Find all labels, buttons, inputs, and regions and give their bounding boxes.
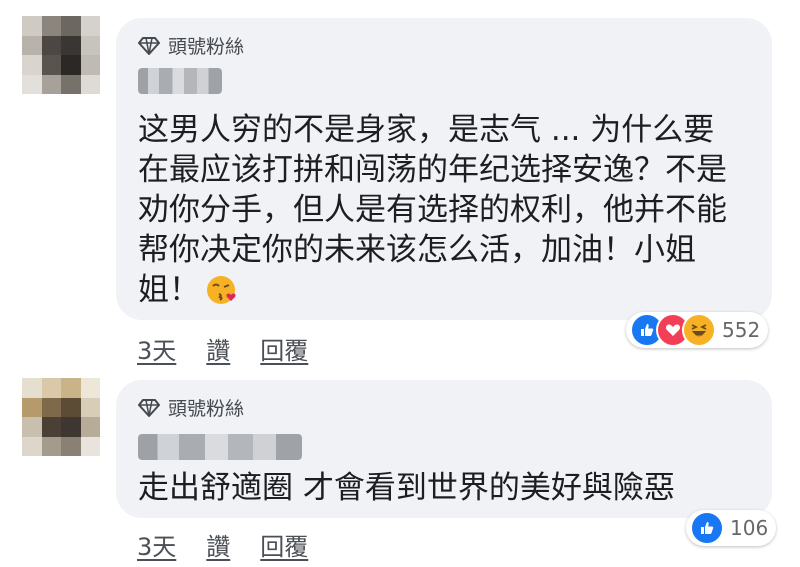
reaction-summary[interactable]: 106 [686, 510, 777, 546]
commenter-avatar[interactable] [22, 378, 100, 456]
top-fan-badge[interactable]: 頭號粉絲 [138, 394, 244, 421]
comment-actions: 3天 讚 回覆 [137, 527, 308, 562]
timestamp-link[interactable]: 3天 [137, 331, 176, 366]
badge-label: 頭號粉絲 [168, 398, 245, 420]
reply-button[interactable]: 回覆 [260, 331, 308, 366]
reply-button[interactable]: 回覆 [260, 527, 308, 562]
reaction-count: 552 [722, 318, 761, 342]
diamond-icon [138, 36, 160, 55]
commenter-name-blurred[interactable] [138, 68, 222, 94]
timestamp-link[interactable]: 3天 [137, 527, 176, 562]
badge-label: 頭號粉絲 [168, 36, 245, 58]
like-button[interactable]: 讚 [206, 527, 230, 562]
reaction-summary[interactable]: 552 [626, 312, 769, 348]
comment-bubble: 頭號粉絲 这男人穷的不是身家，是志气 ... 为什么要在最应该打拼和闯荡的年纪选… [116, 18, 772, 320]
commenter-name-blurred[interactable] [138, 434, 302, 460]
comment-actions: 3天 讚 回覆 [137, 331, 308, 366]
comment-text: 走出舒適圈 才會看到世界的美好與險惡 [138, 470, 675, 506]
reaction-count: 106 [730, 516, 769, 540]
comment-text: 这男人穷的不是身家，是志气 ... 为什么要在最应该打拼和闯荡的年纪选择安逸？不… [138, 112, 727, 308]
comment-bubble: 頭號粉絲 走出舒適圈 才會看到世界的美好與險惡 [116, 380, 772, 518]
haha-icon [682, 313, 716, 347]
diamond-icon [138, 398, 160, 417]
like-button[interactable]: 讚 [206, 331, 230, 366]
kissing-heart-emoji-icon [207, 276, 236, 304]
top-fan-badge[interactable]: 頭號粉絲 [138, 32, 244, 59]
like-icon [690, 511, 724, 545]
commenter-avatar[interactable] [22, 16, 100, 94]
